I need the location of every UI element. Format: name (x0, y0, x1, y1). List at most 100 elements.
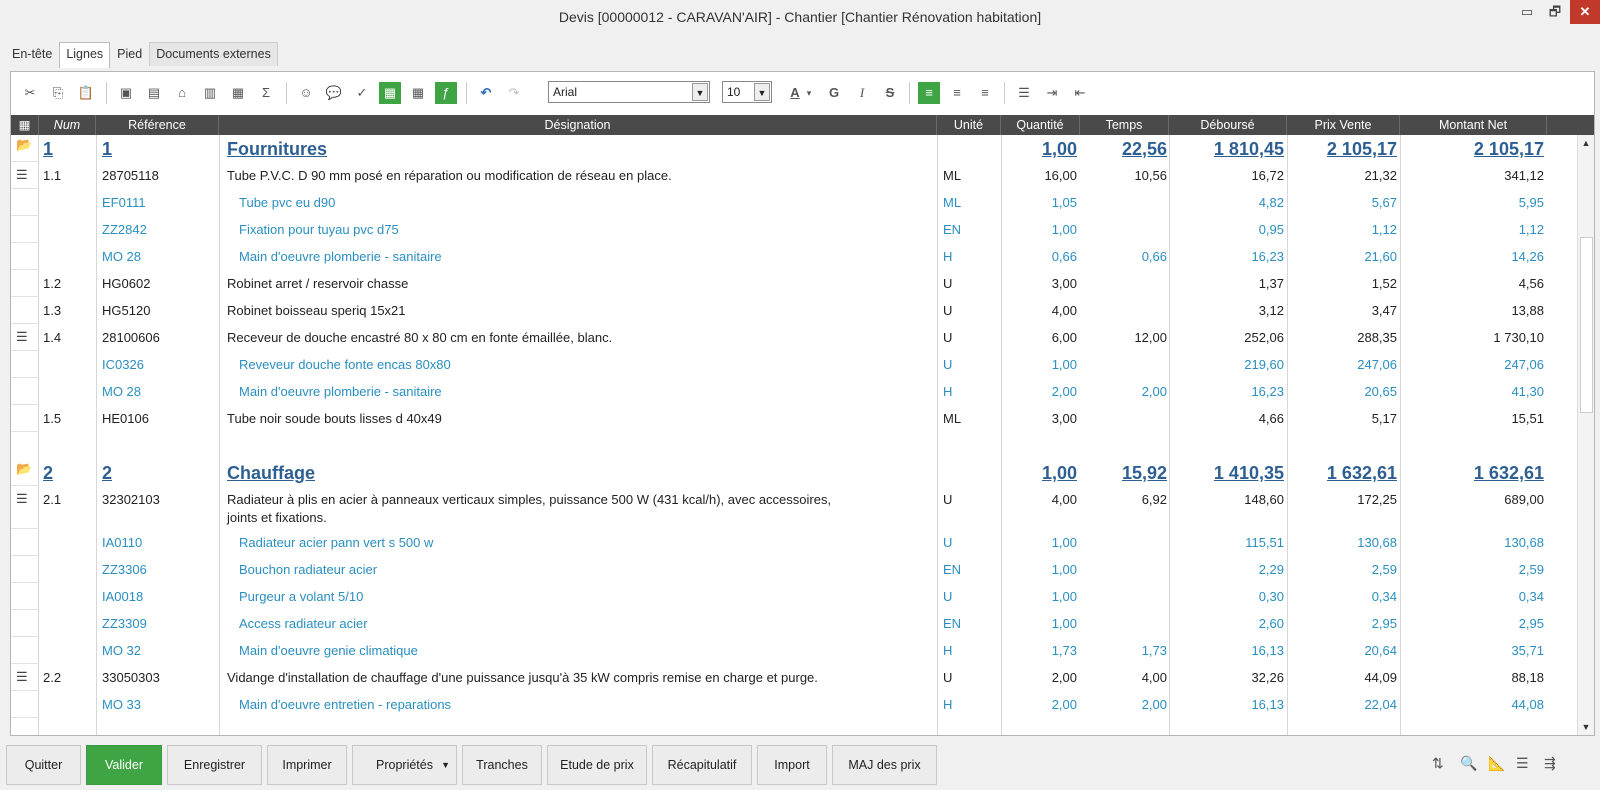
cell-desig[interactable]: Main d'oeuvre entretien - reparations (239, 695, 451, 715)
cell-time[interactable]: 15,92 (1087, 461, 1167, 485)
cell-unit[interactable]: ML (943, 193, 961, 213)
cell-pv[interactable]: 0,34 (1292, 587, 1397, 607)
cell-deb[interactable]: 115,51 (1174, 533, 1284, 553)
align-right-icon[interactable]: ≡ (974, 82, 996, 104)
header-select-icon[interactable]: ▦ (11, 115, 39, 135)
cell-desig[interactable]: Robinet boisseau speriq 15x21 (227, 301, 406, 321)
sub-line-row[interactable]: EF0111 Tube pvc eu d90 ML 1,05 4,82 5,67 5,95 (11, 189, 1567, 216)
cell-num[interactable]: 1 (43, 137, 53, 161)
cell-deb[interactable]: 16,72 (1174, 166, 1284, 186)
cell-pv[interactable]: 1,52 (1292, 274, 1397, 294)
cell-mt[interactable]: 341,12 (1404, 166, 1544, 186)
cell-ref[interactable]: 28100606 (102, 328, 160, 348)
cell-qty[interactable]: 1,00 (1007, 461, 1077, 485)
cell-deb[interactable]: 16,23 (1174, 247, 1284, 267)
insert-icon[interactable]: ▣ (115, 82, 137, 104)
cell-desig[interactable]: Reveveur douche fonte encas 80x80 (239, 355, 451, 375)
cell-ref[interactable]: IA0018 (102, 587, 143, 607)
cell-ref[interactable]: 1 (102, 137, 112, 161)
cell-mt[interactable]: 2 105,17 (1404, 137, 1544, 161)
cell-ref[interactable]: ZZ2842 (102, 220, 147, 240)
cell-desig[interactable]: Tube noir soude bouts lisses d 40x49 (227, 409, 442, 429)
cell-pv[interactable]: 44,09 (1292, 668, 1397, 688)
cell-time[interactable]: 4,00 (1087, 668, 1167, 688)
cell-time[interactable]: 12,00 (1087, 328, 1167, 348)
sub-line-row[interactable]: ZZ3306 Bouchon radiateur acier EN 1,00 2,29 2… (11, 556, 1567, 583)
folder-icon[interactable]: 📂 (16, 138, 32, 152)
cell-pv[interactable]: 20,64 (1292, 641, 1397, 661)
cell-mt[interactable]: 0,34 (1404, 587, 1544, 607)
cell-unit[interactable]: U (943, 668, 952, 688)
cell-mt[interactable]: 15,51 (1404, 409, 1544, 429)
cell-mt[interactable]: 2,95 (1404, 614, 1544, 634)
quitter-button[interactable]: Quitter (6, 745, 81, 785)
cell-ref[interactable]: IA0110 (102, 533, 142, 553)
cell-qty[interactable]: 4,00 (1007, 301, 1077, 321)
undo-icon[interactable]: ↶ (475, 82, 497, 104)
cell-deb[interactable]: 1,37 (1174, 274, 1284, 294)
cell-unit[interactable]: U (943, 533, 952, 553)
font-size-select[interactable]: 10 ▼ (722, 81, 772, 103)
cell-time[interactable]: 1,73 (1087, 641, 1167, 661)
export-icon[interactable]: ⇶ (1544, 755, 1556, 772)
cell-deb[interactable]: 0,95 (1174, 220, 1284, 240)
detail-list-icon[interactable]: ☰ (16, 330, 32, 344)
cell-unit[interactable]: U (943, 490, 952, 510)
cell-num[interactable]: 1.3 (43, 301, 61, 321)
cell-unit[interactable]: H (943, 247, 952, 267)
cell-desig[interactable]: Bouchon radiateur acier (239, 560, 377, 580)
cell-desig-cont[interactable]: joints et fixations. (227, 508, 327, 528)
cell-num[interactable]: 2.1 (43, 490, 61, 510)
detail-list-icon[interactable]: ☰ (16, 670, 32, 684)
import-button[interactable]: Import (757, 745, 827, 785)
line-row[interactable]: 2.2 33050303 Vidange d'installation de cha… (11, 664, 1567, 691)
tab-entete[interactable]: En-tête (5, 42, 59, 66)
cell-qty[interactable]: 2,00 (1007, 382, 1077, 402)
line-row[interactable]: 1.2 HG0602 Robinet arret / reservoir chass… (11, 270, 1567, 297)
maj-des-prix-button[interactable]: MAJ des prix (832, 745, 937, 785)
cell-deb[interactable]: 252,06 (1174, 328, 1284, 348)
sort-icon[interactable]: ⇅ (1432, 755, 1444, 772)
enregistrer-button[interactable]: Enregistrer (167, 745, 262, 785)
copy-icon[interactable]: ⎘ (47, 82, 69, 104)
sub-line-row[interactable]: IA0110 Radiateur acier pann vert s 500 w U… (11, 529, 1567, 556)
cell-mt[interactable]: 4,56 (1404, 274, 1544, 294)
scroll-thumb[interactable] (1580, 237, 1593, 413)
cell-pv[interactable]: 2,59 (1292, 560, 1397, 580)
ruler-icon[interactable]: 📐 (1488, 755, 1505, 772)
cell-qty[interactable]: 1,73 (1007, 641, 1077, 661)
folder-icon[interactable]: 📂 (16, 462, 32, 476)
cell-deb[interactable]: 16,23 (1174, 382, 1284, 402)
line-row[interactable]: 2.1 32302103 Radiateur à plis en acier à p… (11, 486, 1567, 529)
section-row[interactable]: 1 1 Fournitures 1,00 22,56 1 810,45 2 105,17 2 … (11, 135, 1567, 162)
cut-icon[interactable]: ✂ (19, 82, 41, 104)
italic-button[interactable]: I (851, 82, 873, 104)
cell-qty[interactable]: 0,66 (1007, 247, 1077, 267)
cell-num[interactable]: 1.2 (43, 274, 61, 294)
imprimer-button[interactable]: Imprimer (267, 745, 347, 785)
cell-desig[interactable]: Fixation pour tuyau pvc d75 (239, 220, 399, 240)
cell-time[interactable]: 10,56 (1087, 166, 1167, 186)
line-row[interactable]: 1.4 28100606 Receveur de douche encastré 8… (11, 324, 1567, 351)
cell-pv[interactable]: 21,60 (1292, 247, 1397, 267)
cell-deb[interactable]: 16,13 (1174, 641, 1284, 661)
insert-4-icon[interactable]: ▥ (199, 82, 221, 104)
cell-deb[interactable]: 16,13 (1174, 695, 1284, 715)
cell-pv[interactable]: 5,67 (1292, 193, 1397, 213)
cell-qty[interactable]: 6,00 (1007, 328, 1077, 348)
cell-pv[interactable]: 2 105,17 (1292, 137, 1397, 161)
cell-unit[interactable]: H (943, 382, 952, 402)
bold-button[interactable]: G (823, 82, 845, 104)
cell-mt[interactable]: 1 730,10 (1404, 328, 1544, 348)
cell-ref[interactable]: 2 (102, 461, 112, 485)
cell-mt[interactable]: 44,08 (1404, 695, 1544, 715)
col-quantite[interactable]: Quantité (1001, 115, 1080, 135)
cell-unit[interactable]: EN (943, 220, 961, 240)
col-num[interactable]: Num (39, 115, 96, 135)
outdent-icon[interactable]: ⇤ (1069, 82, 1091, 104)
proprietes-button[interactable]: Propriétés ▼ (352, 745, 457, 785)
cell-deb[interactable]: 3,12 (1174, 301, 1284, 321)
cell-mt[interactable]: 14,26 (1404, 247, 1544, 267)
etude-de-prix-button[interactable]: Etude de prix (547, 745, 647, 785)
cell-deb[interactable]: 219,60 (1174, 355, 1284, 375)
